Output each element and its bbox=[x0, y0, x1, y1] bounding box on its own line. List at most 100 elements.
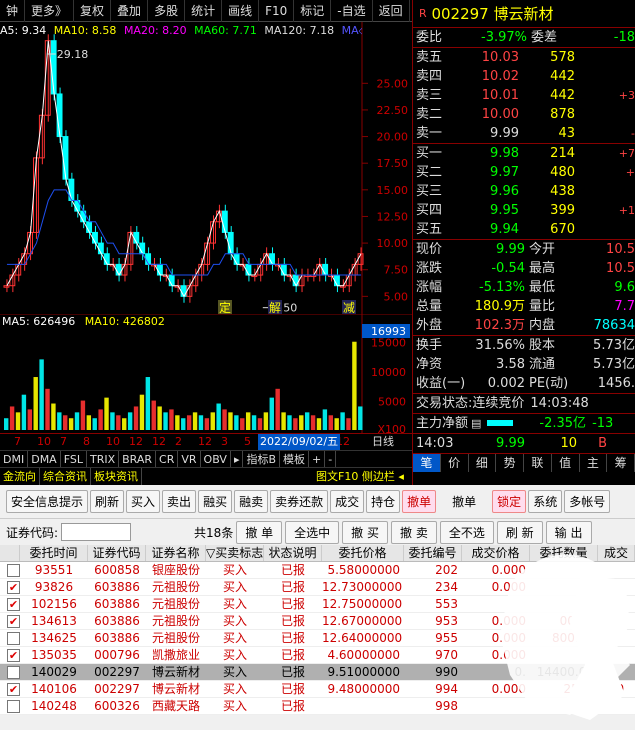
cell-status: 已报 bbox=[280, 682, 305, 696]
function-button-3[interactable]: 卖出 bbox=[162, 490, 197, 513]
tab-obv[interactable]: OBV bbox=[201, 451, 231, 467]
list-icon[interactable]: ▤ bbox=[471, 414, 481, 433]
tab-fund-flow[interactable]: 金流向 bbox=[0, 468, 40, 485]
column-header-3[interactable]: 证券名称 bbox=[146, 545, 206, 561]
volume-chart[interactable]: 1699315000100005000X100 bbox=[0, 314, 412, 433]
function-button-11[interactable]: 锁定 bbox=[492, 490, 527, 513]
column-header-6[interactable]: 委托价格 bbox=[322, 545, 404, 561]
volume-bar bbox=[281, 412, 286, 430]
quote-tab-2[interactable]: 细 bbox=[469, 454, 497, 472]
row-checkbox[interactable]: ✔ bbox=[7, 581, 20, 594]
toolbar-item-adjust[interactable]: 复权 bbox=[74, 0, 112, 22]
toolbar-item-overlay[interactable]: 叠加 bbox=[111, 0, 149, 22]
period-label[interactable]: 日线 bbox=[372, 434, 394, 450]
tab-news[interactable]: 综合资讯 bbox=[40, 468, 91, 485]
row-checkbox-cell[interactable] bbox=[0, 630, 20, 646]
tab-dmi[interactable]: DMI bbox=[0, 451, 29, 467]
row-checkbox[interactable] bbox=[7, 666, 20, 679]
redaction-overlay bbox=[500, 554, 630, 720]
function-button-6[interactable]: 卖券还款 bbox=[270, 490, 329, 513]
quote-tab-7[interactable]: 筹 bbox=[607, 454, 635, 472]
zoom-in-button[interactable]: + bbox=[309, 451, 326, 467]
row-checkbox[interactable]: ✔ bbox=[7, 615, 20, 628]
row-checkbox-cell[interactable]: ✔ bbox=[0, 647, 20, 663]
toolbar-item-f10[interactable]: F10 bbox=[259, 0, 295, 22]
column-header-0[interactable] bbox=[0, 545, 20, 561]
tab-dma[interactable]: DMA bbox=[28, 451, 61, 467]
row-checkbox[interactable]: ✔ bbox=[7, 683, 20, 696]
function-button-7[interactable]: 成交 bbox=[330, 490, 365, 513]
price-chart[interactable]: 25.00 22.50 20.00 17.50 15.00 12.50 10.00 7.50 5… bbox=[0, 22, 412, 314]
quote-tab-1[interactable]: 价 bbox=[441, 454, 469, 472]
price-tick-label: 7.50 bbox=[384, 264, 409, 277]
row-checkbox[interactable]: ✔ bbox=[7, 649, 20, 662]
function-button-12[interactable]: 系统 bbox=[528, 490, 563, 513]
toolbar-item-back[interactable]: 返回 bbox=[373, 0, 410, 22]
tab-cr[interactable]: CR bbox=[156, 451, 179, 467]
function-button-0[interactable]: 安全信息提示 bbox=[6, 490, 89, 513]
order-action-5[interactable]: 刷 新 bbox=[496, 520, 543, 544]
order-action-2[interactable]: 撤 买 bbox=[342, 520, 388, 544]
function-button-2[interactable]: 买入 bbox=[126, 490, 161, 513]
cell-no: 955 bbox=[435, 631, 458, 645]
tab-template[interactable]: 模板 bbox=[280, 451, 310, 467]
column-header-5[interactable]: 状态说明 bbox=[264, 545, 322, 561]
vol-ma10-label: MA10: 426802 bbox=[84, 315, 165, 328]
toolbar-item-mark[interactable]: 标记 bbox=[294, 0, 332, 22]
function-button-1[interactable]: 刷新 bbox=[90, 490, 125, 513]
row-checkbox-cell[interactable]: ✔ bbox=[0, 681, 20, 697]
tab-arrow-icon[interactable]: ▸ bbox=[231, 451, 244, 467]
column-header-1[interactable]: 委托时间 bbox=[20, 545, 88, 561]
tab-brar[interactable]: BRAR bbox=[119, 451, 157, 467]
function-button-10[interactable]: 撤单 bbox=[438, 493, 490, 510]
net-flow-value: -2.35亿 bbox=[539, 416, 587, 431]
row-checkbox-cell[interactable] bbox=[0, 698, 20, 714]
function-button-5[interactable]: 融卖 bbox=[234, 490, 269, 513]
quote-tab-3[interactable]: 势 bbox=[496, 454, 524, 472]
row-checkbox-cell[interactable]: ✔ bbox=[0, 579, 20, 595]
toolbar-item-minute[interactable]: 钟 bbox=[0, 0, 26, 22]
row-checkbox[interactable] bbox=[7, 700, 20, 713]
tab-vr[interactable]: VR bbox=[178, 451, 201, 467]
function-button-9[interactable]: 撤单 bbox=[402, 490, 437, 513]
toolbar-item-stats[interactable]: 统计 bbox=[185, 0, 223, 22]
f10-footer[interactable]: 图文F10 侧边栏 ◂ bbox=[313, 468, 407, 486]
order-action-6[interactable]: 输 出 bbox=[545, 520, 592, 544]
toolbar-item-watchlist[interactable]: -自选 bbox=[331, 0, 373, 22]
quote-tab-5[interactable]: 值 bbox=[552, 454, 580, 472]
quote-tab-4[interactable]: 联 bbox=[524, 454, 552, 472]
order-action-3[interactable]: 撤 卖 bbox=[391, 520, 437, 544]
column-header-2[interactable]: 证券代码 bbox=[88, 545, 146, 561]
row-checkbox-cell[interactable]: ✔ bbox=[0, 613, 20, 629]
function-button-4[interactable]: 融买 bbox=[198, 490, 233, 513]
row-checkbox[interactable] bbox=[7, 564, 20, 577]
tab-fsl[interactable]: FSL bbox=[61, 451, 87, 467]
order-action-0[interactable]: 撤 单 bbox=[236, 520, 283, 544]
ma-more-icon[interactable]: MA◇ bbox=[342, 24, 362, 37]
quote-tab-0[interactable]: 笔 bbox=[413, 454, 441, 472]
row-checkbox-cell[interactable] bbox=[0, 562, 20, 578]
ma-legend: A5: 9.34 MA10: 8.58 MA20: 8.20 MA60: 7.7… bbox=[0, 23, 362, 39]
column-header-4[interactable]: ▽买卖标志 bbox=[206, 545, 264, 561]
tab-indicator-b[interactable]: 指标B bbox=[243, 451, 281, 467]
volume-bar bbox=[222, 409, 227, 430]
function-button-13[interactable]: 多帐号 bbox=[564, 490, 611, 513]
row-checkbox[interactable] bbox=[7, 632, 20, 645]
row-checkbox-cell[interactable] bbox=[0, 664, 20, 680]
tab-trix[interactable]: TRIX bbox=[87, 451, 120, 467]
code-input[interactable] bbox=[61, 523, 132, 541]
toolbar-item-more[interactable]: 更多》 bbox=[25, 0, 75, 22]
cell-time: 134625 bbox=[31, 631, 77, 645]
toolbar-item-draw[interactable]: 画线 bbox=[222, 0, 260, 22]
tab-sector-news[interactable]: 板块资讯 bbox=[91, 468, 142, 485]
function-button-8[interactable]: 持仓 bbox=[366, 490, 401, 513]
quote-tab-6[interactable]: 主 bbox=[580, 454, 608, 472]
zoom-out-button[interactable]: - bbox=[325, 451, 337, 467]
quote-value: 31.56% bbox=[475, 338, 525, 353]
row-checkbox-cell[interactable]: ✔ bbox=[0, 596, 20, 612]
row-checkbox[interactable]: ✔ bbox=[7, 598, 20, 611]
order-action-1[interactable]: 全选中 bbox=[285, 520, 340, 544]
order-action-4[interactable]: 全不选 bbox=[439, 520, 494, 544]
column-header-7[interactable]: 委托编号 bbox=[404, 545, 462, 561]
toolbar-item-multi[interactable]: 多股 bbox=[148, 0, 186, 22]
